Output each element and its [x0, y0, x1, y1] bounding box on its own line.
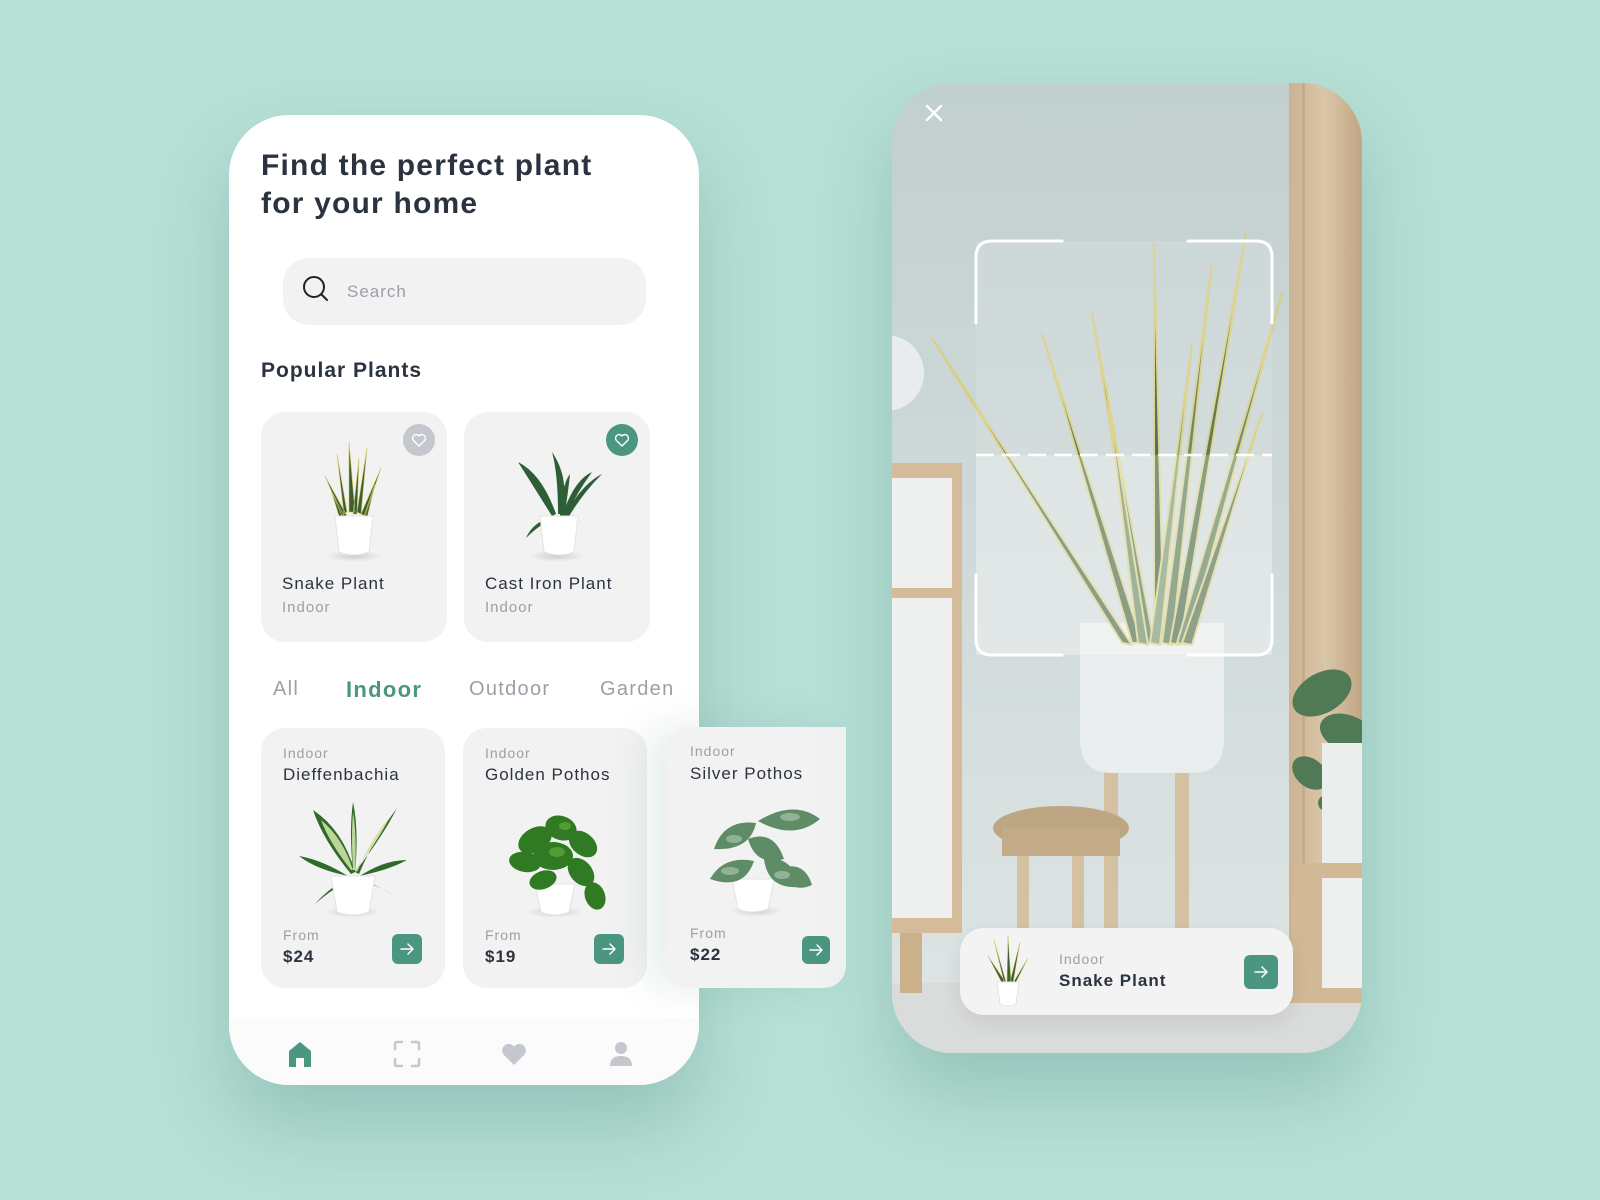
product-card[interactable]: Indoor Dieffenbachia From $24 [261, 728, 445, 988]
view-result-button[interactable] [1244, 955, 1278, 989]
product-card[interactable]: Indoor Golden Pothos From $19 [463, 728, 647, 988]
search-icon [301, 274, 331, 309]
category-tabs: All Indoor Outdoor Garden [229, 677, 699, 708]
arrow-right-icon [1254, 966, 1268, 978]
page-title: Find the perfect plant for your home [261, 149, 593, 220]
dieffenbachia-image [299, 802, 407, 918]
bottom-navigation [229, 1019, 699, 1085]
product-price: $24 [283, 947, 315, 966]
nav-profile[interactable] [606, 1039, 636, 1069]
price-label: From [283, 927, 320, 943]
tab-indoor[interactable]: Indoor [346, 677, 422, 703]
search-bar[interactable] [283, 258, 646, 325]
product-name: Golden Pothos [485, 765, 611, 784]
arrow-right-icon [809, 944, 823, 956]
camera-viewfinder [892, 83, 1362, 1053]
search-input[interactable] [347, 281, 607, 302]
arrow-right-icon [602, 943, 616, 955]
popular-plant-card[interactable]: Snake Plant Indoor [261, 412, 447, 642]
product-card[interactable]: Indoor Silver Pothos From $22 [666, 727, 846, 988]
close-button[interactable] [920, 99, 948, 127]
product-name: Silver Pothos [690, 764, 804, 783]
user-icon [610, 1042, 632, 1066]
plant-name: Snake Plant [282, 574, 385, 593]
scan-icon [393, 1040, 421, 1068]
view-product-button[interactable] [392, 934, 422, 964]
price-label: From [485, 927, 522, 943]
popular-plant-card[interactable]: Cast Iron Plant Indoor [464, 412, 650, 642]
heart-icon [502, 1043, 526, 1065]
golden-pothos-image [509, 815, 606, 918]
view-product-button[interactable] [802, 936, 830, 964]
silver-pothos-image [710, 809, 820, 917]
plant-category: Indoor [485, 599, 534, 616]
favorite-button[interactable] [403, 424, 435, 456]
price-label: From [690, 925, 727, 941]
plant-category: Indoor [282, 599, 331, 616]
tab-garden[interactable]: Garden [600, 678, 675, 701]
arrow-right-icon [400, 943, 414, 955]
product-price: $19 [485, 947, 517, 966]
result-category: Indoor [1059, 951, 1105, 967]
heart-outline-icon [411, 433, 427, 447]
plant-name: Cast Iron Plant [485, 574, 613, 593]
popular-plants-heading: Popular Plants [261, 359, 423, 382]
favorite-button[interactable] [606, 424, 638, 456]
heart-outline-icon [614, 433, 630, 447]
scanner-screen: Indoor Snake Plant [892, 83, 1362, 1053]
tab-all[interactable]: All [273, 678, 299, 701]
product-category: Indoor [485, 745, 531, 761]
product-category: Indoor [690, 743, 736, 759]
product-category: Indoor [283, 745, 329, 761]
nav-scan[interactable] [392, 1039, 422, 1069]
snake-plant-thumbnail [987, 936, 1029, 1007]
product-name: Dieffenbachia [283, 765, 400, 784]
snake-plant-image [324, 441, 382, 562]
product-price: $22 [690, 945, 722, 964]
result-name: Snake Plant [1059, 971, 1167, 990]
nav-home[interactable] [285, 1039, 315, 1069]
cast-iron-plant-image [518, 452, 602, 562]
browse-screen: Find the perfect plant for your home Pop… [229, 115, 699, 1085]
view-product-button[interactable] [594, 934, 624, 964]
tab-outdoor[interactable]: Outdoor [469, 678, 550, 701]
nav-favorites[interactable] [499, 1039, 529, 1069]
close-icon [925, 104, 943, 122]
home-icon [289, 1042, 311, 1067]
scan-result-card[interactable]: Indoor Snake Plant [960, 928, 1293, 1015]
